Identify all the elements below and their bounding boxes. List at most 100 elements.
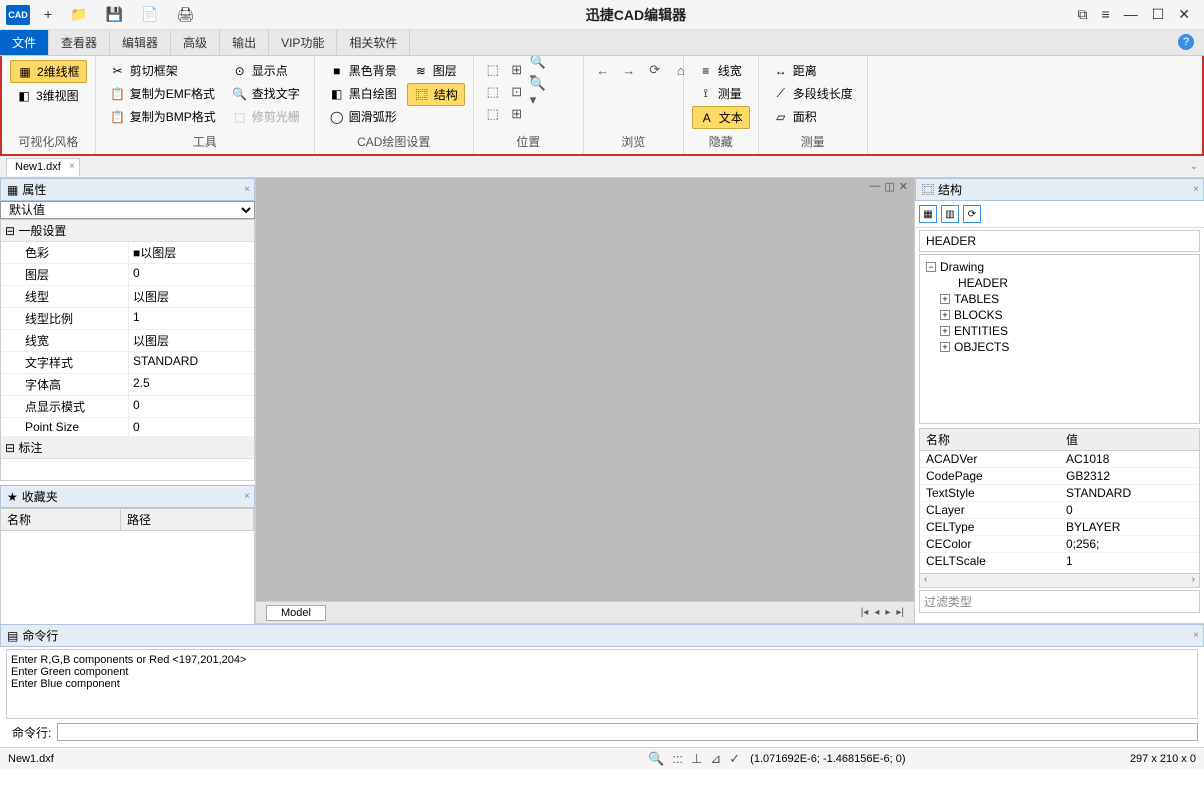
btn-layers[interactable]: ≋图层 xyxy=(407,60,465,81)
btn-find-text[interactable]: 🔍查找文字 xyxy=(226,83,306,104)
tree-node-entities[interactable]: +ENTITIES xyxy=(926,323,1193,339)
status-check-icon[interactable]: ✓ xyxy=(729,751,740,767)
table-row[interactable]: CodePageGB2312 xyxy=(920,468,1199,485)
pos-icon-1[interactable]: ⬚ xyxy=(482,60,504,80)
btn-2d-wireframe[interactable]: ▦2维线框 xyxy=(10,60,87,83)
struct-tool-3-icon[interactable]: ⟳ xyxy=(963,205,981,223)
nav-refresh-icon[interactable]: ⟳ xyxy=(644,60,666,80)
status-polar-icon[interactable]: ⊿ xyxy=(710,751,721,767)
btn-polyline-len[interactable]: ⟋多段线长度 xyxy=(767,83,859,104)
btn-bw-draw[interactable]: ◧黑白绘图 xyxy=(323,83,403,104)
restore-down-icon[interactable]: ⧉ xyxy=(1078,6,1088,23)
table-row[interactable]: 文字样式STANDARD xyxy=(1,352,254,374)
qat-export-icon[interactable]: 📄 xyxy=(141,6,158,23)
btn-black-bg[interactable]: ■黑色背景 xyxy=(323,60,403,81)
tree-node-blocks[interactable]: +BLOCKS xyxy=(926,307,1193,323)
status-ortho-icon[interactable]: ⊥ xyxy=(691,751,702,767)
expand-icon[interactable]: + xyxy=(940,326,950,336)
table-row[interactable]: 线型比例1 xyxy=(1,308,254,330)
tree-node-header[interactable]: HEADER xyxy=(926,275,1193,291)
tree-root[interactable]: −Drawing xyxy=(926,259,1193,275)
btn-distance[interactable]: ↔距离 xyxy=(767,60,859,81)
kv-body[interactable]: ACADVerAC1018 CodePageGB2312 TextStyleST… xyxy=(920,451,1199,573)
qat-open-icon[interactable]: 📁 xyxy=(70,6,87,23)
model-tab[interactable]: Model xyxy=(266,605,326,621)
struct-tool-2-icon[interactable]: ▥ xyxy=(941,205,959,223)
pos-zoomout-icon[interactable]: 🔍▾ xyxy=(530,82,552,102)
maximize-icon[interactable]: ☐ xyxy=(1152,6,1165,23)
btn-structure[interactable]: ⿴结构 xyxy=(407,83,465,106)
table-row[interactable]: 线宽以图层 xyxy=(1,330,254,352)
expand-icon[interactable]: + xyxy=(940,342,950,352)
prop-group-general[interactable]: ⊟ 一般设置 xyxy=(1,220,254,242)
help-icon[interactable]: ? xyxy=(1178,34,1194,50)
table-row[interactable]: CELTypeBYLAYER xyxy=(920,519,1199,536)
tab-related[interactable]: 相关软件 xyxy=(337,30,410,55)
document-tab[interactable]: New1.dxf × xyxy=(6,158,80,176)
col-path[interactable]: 路径 xyxy=(121,509,254,530)
table-row[interactable]: CELWeight-1 xyxy=(920,570,1199,573)
btn-smooth-arc[interactable]: ◯圆滑弧形 xyxy=(323,106,403,127)
tree-node-objects[interactable]: +OBJECTS xyxy=(926,339,1193,355)
structure-tree[interactable]: −Drawing HEADER +TABLES +BLOCKS +ENTITIE… xyxy=(919,254,1200,424)
drawing-canvas[interactable] xyxy=(256,178,914,601)
qat-save-icon[interactable]: 💾 xyxy=(106,6,123,23)
status-grid-icon[interactable]: ::: xyxy=(672,751,683,767)
tab-editor[interactable]: 编辑器 xyxy=(110,30,171,55)
expand-icon[interactable]: + xyxy=(940,310,950,320)
table-row[interactable]: 字体高2.5 xyxy=(1,374,254,396)
panel-close-icon[interactable]: × xyxy=(1193,630,1199,641)
qat-new-icon[interactable]: + xyxy=(44,6,52,23)
command-input[interactable] xyxy=(57,723,1198,741)
properties-table[interactable]: ⊟ 一般设置 色彩■以图层 图层0 线型以图层 线型比例1 线宽以图层 文字样式… xyxy=(0,219,255,481)
tab-viewer[interactable]: 查看器 xyxy=(49,30,110,55)
tab-next-icon[interactable]: ▸ xyxy=(885,607,890,618)
tab-prev-icon[interactable]: ◂ xyxy=(874,607,879,618)
canvas-min-icon[interactable]: — xyxy=(869,180,880,193)
table-row[interactable]: 线型以图层 xyxy=(1,286,254,308)
panel-close-icon[interactable]: × xyxy=(1193,184,1199,195)
tab-advanced[interactable]: 高级 xyxy=(171,30,220,55)
pos-icon-4[interactable]: ⊡ xyxy=(506,82,528,102)
table-row[interactable]: ACADVerAC1018 xyxy=(920,451,1199,468)
btn-area[interactable]: ▱面积 xyxy=(767,106,859,127)
collapse-icon[interactable]: − xyxy=(926,262,936,272)
pos-icon-3[interactable]: ⬚ xyxy=(482,82,504,102)
close-icon[interactable]: ✕ xyxy=(1178,6,1190,23)
tab-first-icon[interactable]: |◂ xyxy=(861,607,869,618)
btn-linewidth[interactable]: ≡线宽 xyxy=(692,60,750,81)
struct-tool-1-icon[interactable]: ▦ xyxy=(919,205,937,223)
canvas-max-icon[interactable]: ◫ xyxy=(884,180,894,193)
status-snap-icon[interactable]: 🔍 xyxy=(648,751,664,767)
minimize-icon[interactable]: — xyxy=(1124,6,1138,23)
table-row[interactable]: Point Size0 xyxy=(1,418,254,437)
table-row[interactable]: 点显示模式0 xyxy=(1,396,254,418)
table-row[interactable]: CLayer0 xyxy=(920,502,1199,519)
command-log[interactable]: Enter R,G,B components or Red <197,201,2… xyxy=(6,649,1198,719)
tab-output[interactable]: 输出 xyxy=(220,30,269,55)
panel-close-icon[interactable]: × xyxy=(244,184,250,195)
tab-file[interactable]: 文件 xyxy=(0,30,49,55)
btn-cut-frame[interactable]: ✂剪切框架 xyxy=(104,60,222,81)
table-row[interactable]: TextStyleSTANDARD xyxy=(920,485,1199,502)
btn-copy-bmp[interactable]: 📋复制为BMP格式 xyxy=(104,106,222,127)
pos-icon-2[interactable]: ⊞ xyxy=(506,60,528,80)
table-row[interactable]: CEColor0;256; xyxy=(920,536,1199,553)
pos-icon-6[interactable]: ⊞ xyxy=(506,104,528,124)
scroll-left-icon[interactable]: ‹ xyxy=(924,574,927,587)
tree-node-tables[interactable]: +TABLES xyxy=(926,291,1193,307)
property-selector[interactable]: 默认值 xyxy=(0,201,255,219)
filter-type-input[interactable]: 过滤类型 xyxy=(919,590,1200,613)
tab-close-icon[interactable]: × xyxy=(69,161,75,172)
tab-vip[interactable]: VIP功能 xyxy=(269,30,337,55)
menu-icon[interactable]: ≡ xyxy=(1102,6,1110,23)
btn-3d-view[interactable]: ◧3维视图 xyxy=(10,85,87,106)
tab-chevron-icon[interactable]: ⌄ xyxy=(1190,161,1198,172)
btn-copy-emf[interactable]: 📋复制为EMF格式 xyxy=(104,83,222,104)
expand-icon[interactable]: + xyxy=(940,294,950,304)
table-row[interactable]: CELTScale1 xyxy=(920,553,1199,570)
panel-close-icon[interactable]: × xyxy=(244,491,250,502)
col-value[interactable]: 值 xyxy=(1060,429,1199,450)
table-row[interactable]: 图层0 xyxy=(1,264,254,286)
scroll-right-icon[interactable]: › xyxy=(1192,574,1195,587)
